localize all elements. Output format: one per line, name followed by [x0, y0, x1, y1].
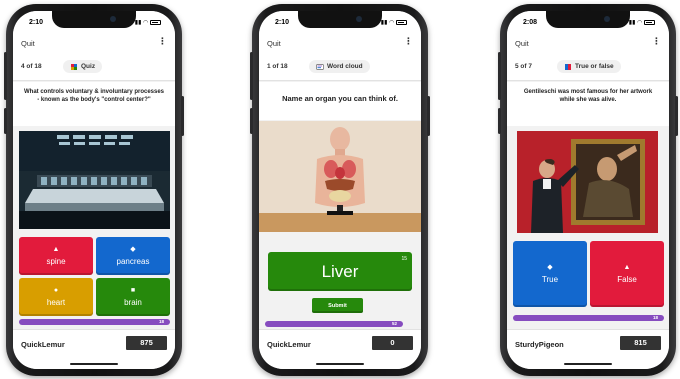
quit-button[interactable]: Quit — [267, 39, 281, 48]
player-name: QuickLemur — [267, 340, 311, 349]
player-bar: QuickLemur 0 — [259, 329, 421, 369]
wifi-icon: ◠ — [143, 19, 148, 26]
score-badge: 875 — [126, 336, 167, 350]
progress-bar: 18 — [513, 315, 664, 321]
answer-option-2[interactable]: ◆ pancreas — [96, 237, 170, 275]
question-type-badge: True or false — [557, 60, 621, 73]
question-counter: 5 of 7 — [515, 63, 532, 70]
answer-label: True — [541, 275, 559, 284]
phone-notch — [546, 11, 630, 28]
question-text: Gentileschi was most famous for her artw… — [507, 82, 669, 126]
status-icons: ▮▮ ◠ — [381, 19, 407, 26]
anatomy-torso-image — [259, 121, 421, 232]
player-bar: QuickLemur 875 — [13, 329, 175, 369]
progress-value: 52 — [391, 321, 397, 326]
player-name: QuickLemur — [21, 340, 65, 349]
answer-true-button[interactable]: ◆ True — [513, 241, 587, 307]
battery-icon — [644, 19, 655, 25]
control-room-image — [19, 131, 170, 229]
phone-notch — [52, 11, 136, 28]
answer-false-button[interactable]: ▲ False — [590, 241, 664, 307]
word-cloud-icon — [316, 63, 324, 70]
answer-label: spine — [46, 257, 66, 266]
circle-icon: ● — [53, 287, 59, 294]
quit-button[interactable]: Quit — [515, 39, 529, 48]
status-time: 2:10 — [29, 18, 44, 26]
more-vertical-icon[interactable]: ⋮ — [404, 37, 413, 46]
answer-label: brain — [124, 298, 142, 307]
answer-label: heart — [46, 298, 66, 307]
progress-bar: 18 — [19, 319, 170, 325]
question-image — [259, 121, 421, 232]
progress-value: 18 — [158, 319, 164, 324]
home-indicator[interactable] — [564, 363, 612, 365]
diamond-icon: ◆ — [130, 246, 136, 253]
question-counter: 4 of 18 — [21, 63, 42, 70]
quit-button[interactable]: Quit — [21, 39, 35, 48]
status-time: 2:10 — [275, 18, 290, 26]
question-text: Name an organ you can think of. — [259, 82, 421, 120]
signal-icon: ▮▮ — [628, 19, 636, 26]
phone-screen: 2:10 ▮▮ ◠ Quit ⋮ 4 of 18 Quiz What contr… — [13, 11, 175, 369]
question-counter: 1 of 18 — [267, 63, 288, 70]
score-badge: 0 — [372, 336, 413, 350]
question-type-label: True or false — [575, 63, 614, 70]
wifi-icon: ◠ — [637, 19, 642, 26]
square-icon: ■ — [130, 287, 136, 294]
phone-notch — [298, 11, 382, 28]
phone-quiz: 2:10 ▮▮ ◠ Quit ⋮ 4 of 18 Quiz What contr… — [4, 4, 184, 376]
progress-bar: 52 — [265, 321, 403, 327]
quiz-icon — [71, 63, 77, 70]
status-icons: ▮▮ ◠ — [629, 19, 655, 26]
status-icons: ▮▮ ◠ — [135, 19, 161, 26]
score-badge: 815 — [620, 336, 661, 350]
signal-icon: ▮▮ — [134, 19, 142, 26]
painting-gallery-image — [517, 131, 658, 233]
more-vertical-icon[interactable]: ⋮ — [158, 37, 167, 46]
phone-screen: 2:10 ▮▮ ◠ Quit ⋮ 1 of 18 Word cloud Name… — [259, 11, 421, 369]
answer-label: False — [617, 275, 637, 284]
top-bar: Quit ⋮ 4 of 18 Quiz — [13, 33, 175, 81]
top-bar: Quit ⋮ 5 of 7 True or false — [507, 33, 669, 81]
phone-word-cloud: 2:10 ▮▮ ◠ Quit ⋮ 1 of 18 Word cloud Name… — [250, 4, 430, 376]
more-vertical-icon[interactable]: ⋮ — [652, 37, 661, 46]
answer-option-1[interactable]: ▲ spine — [19, 237, 93, 275]
question-type-label: Word cloud — [327, 63, 363, 70]
phone-true-false: 2:08 ▮▮ ◠ Quit ⋮ 5 of 7 True or false Ge… — [498, 4, 678, 376]
status-time: 2:08 — [523, 18, 538, 26]
triangle-icon: ▲ — [52, 246, 60, 253]
wifi-icon: ◠ — [389, 19, 394, 26]
question-type-badge: Quiz — [63, 60, 103, 73]
battery-icon — [150, 19, 161, 25]
question-text: What controls voluntary & involuntary pr… — [13, 82, 175, 126]
answer-label: pancreas — [116, 257, 150, 266]
answer-option-4[interactable]: ■ brain — [96, 278, 170, 316]
home-indicator[interactable] — [316, 363, 364, 365]
battery-icon — [396, 19, 407, 25]
phone-screen: 2:08 ▮▮ ◠ Quit ⋮ 5 of 7 True or false Ge… — [507, 11, 669, 369]
answer-option-3[interactable]: ● heart — [19, 278, 93, 316]
signal-icon: ▮▮ — [380, 19, 388, 26]
question-image — [19, 131, 170, 229]
top-bar: Quit ⋮ 1 of 18 Word cloud — [259, 33, 421, 81]
progress-value: 18 — [652, 315, 658, 320]
diamond-icon: ◆ — [547, 264, 553, 271]
word-answer-text: Liver — [321, 261, 359, 281]
question-type-badge: Word cloud — [309, 60, 370, 73]
player-bar: SturdyPigeon 815 — [507, 329, 669, 369]
character-count: 15 — [401, 256, 407, 262]
triangle-icon: ▲ — [623, 264, 631, 271]
submit-button[interactable]: Submit — [312, 298, 363, 313]
home-indicator[interactable] — [70, 363, 118, 365]
question-image — [517, 131, 658, 233]
word-answer-field[interactable]: Liver 15 — [268, 252, 412, 291]
true-false-icon — [565, 63, 571, 70]
player-name: SturdyPigeon — [515, 340, 564, 349]
question-type-label: Quiz — [81, 63, 96, 70]
